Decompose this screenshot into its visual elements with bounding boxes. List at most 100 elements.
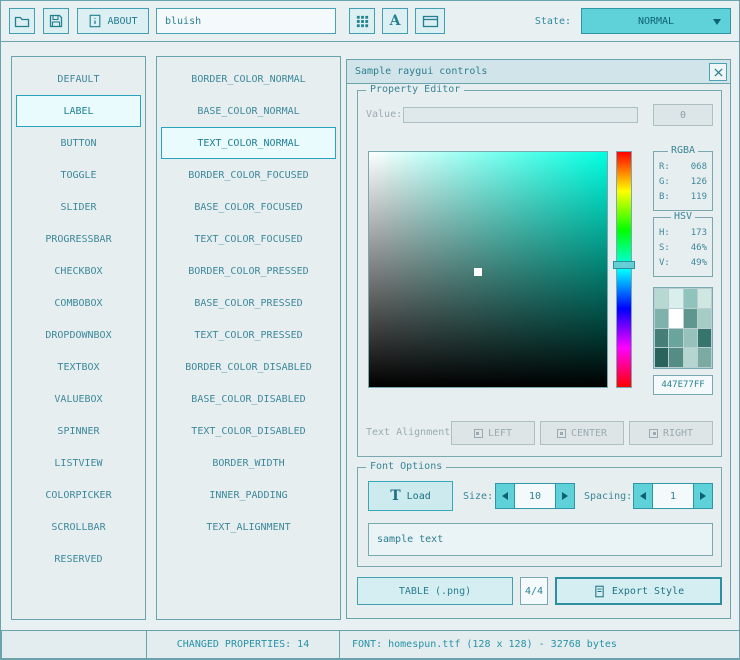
open-style-button[interactable] (9, 8, 35, 34)
control-item-label[interactable]: LABEL (16, 95, 141, 127)
color-swatch-0[interactable] (655, 289, 668, 308)
color-swatch-14[interactable] (684, 348, 697, 367)
color-swatch-1[interactable] (669, 289, 682, 308)
property-item-border_color_focused[interactable]: BORDER_COLOR_FOCUSED (161, 159, 336, 191)
value-box-text: 0 (680, 110, 686, 121)
color-swatch-15[interactable] (698, 348, 711, 367)
hsv-hue-row: H:173 (654, 226, 712, 241)
control-item-progressbar[interactable]: PROGRESSBAR (16, 223, 141, 255)
property-item-text_color_normal[interactable]: TEXT_COLOR_NORMAL (161, 127, 336, 159)
control-item-valuebox[interactable]: VALUEBOX (16, 383, 141, 415)
align-right-button[interactable]: RIGHT (629, 421, 713, 445)
control-item-reserved[interactable]: RESERVED (16, 543, 141, 575)
property-item-text_alignment[interactable]: TEXT_ALIGNMENT (161, 511, 336, 543)
close-window-button[interactable] (709, 63, 727, 81)
control-item-listview[interactable]: LISTVIEW (16, 447, 141, 479)
control-item-scrollbar[interactable]: SCROLLBAR (16, 511, 141, 543)
font-atlas-button[interactable]: A (382, 8, 408, 34)
spacing-value-box[interactable]: 1 (653, 483, 693, 509)
size-decrease-button[interactable] (495, 483, 515, 509)
property-item-border_width[interactable]: BORDER_WIDTH (161, 447, 336, 479)
color-swatch-5[interactable] (669, 309, 682, 328)
sample-controls-window: Sample raygui controls Property Editor V… (346, 59, 731, 619)
align-center-label: CENTER (571, 428, 607, 439)
text-alignment-label: Text Alignment: (366, 427, 456, 438)
hue-slider[interactable] (616, 151, 632, 388)
color-swatch-4[interactable] (655, 309, 668, 328)
load-font-label: Load (407, 491, 431, 502)
spacing-spinner: 1 (633, 483, 713, 509)
arrow-left-icon (640, 492, 646, 500)
color-swatch-7[interactable] (698, 309, 711, 328)
about-button-label: ABOUT (107, 16, 137, 27)
control-item-spinner[interactable]: SPINNER (16, 415, 141, 447)
sample-text-input[interactable]: sample text (368, 523, 713, 556)
control-item-button[interactable]: BUTTON (16, 127, 141, 159)
property-item-border_color_normal[interactable]: BORDER_COLOR_NORMAL (161, 63, 336, 95)
color-swatch-12[interactable] (655, 348, 668, 367)
color-swatch-3[interactable] (698, 289, 711, 308)
color-swatch-9[interactable] (669, 329, 682, 348)
control-item-toggle[interactable]: TOGGLE (16, 159, 141, 191)
property-item-inner_padding[interactable]: INNER_PADDING (161, 479, 336, 511)
control-item-combobox[interactable]: COMBOBOX (16, 287, 141, 319)
align-left-label: LEFT (488, 428, 512, 439)
property-item-base_color_focused[interactable]: BASE_COLOR_FOCUSED (161, 191, 336, 223)
export-format-dropdown[interactable]: TABLE (.png) (357, 577, 513, 605)
floppy-save-icon (48, 13, 64, 29)
folder-open-icon (14, 13, 30, 29)
control-item-colorpicker[interactable]: COLORPICKER (16, 479, 141, 511)
sample-text-value: sample text (377, 534, 443, 545)
color-picker-cursor[interactable] (474, 268, 482, 276)
property-item-base_color_disabled[interactable]: BASE_COLOR_DISABLED (161, 383, 336, 415)
control-item-textbox[interactable]: TEXTBOX (16, 351, 141, 383)
control-item-slider[interactable]: SLIDER (16, 191, 141, 223)
hex-value-box[interactable]: 447E77FF (653, 375, 713, 395)
color-swatch-10[interactable] (684, 329, 697, 348)
about-button[interactable]: ABOUT (77, 8, 149, 34)
save-style-button[interactable] (43, 8, 69, 34)
control-item-default[interactable]: DEFAULT (16, 63, 141, 95)
align-center-button[interactable]: CENTER (540, 421, 624, 445)
hex-value-text: 447E77FF (661, 380, 704, 390)
export-format-label: TABLE (.png) (399, 586, 471, 597)
test-window-button[interactable] (415, 8, 445, 34)
color-swatch-8[interactable] (655, 329, 668, 348)
value-slider[interactable] (403, 107, 638, 123)
color-swatch-6[interactable] (684, 309, 697, 328)
rgba-red-row: R:068 (654, 160, 712, 175)
value-box[interactable]: 0 (653, 104, 713, 126)
size-spinner: 10 (495, 483, 575, 509)
load-font-button[interactable]: T Load (368, 481, 453, 511)
property-item-text_color_pressed[interactable]: TEXT_COLOR_PRESSED (161, 319, 336, 351)
spacing-increase-button[interactable] (693, 483, 713, 509)
color-swatch-2[interactable] (684, 289, 697, 308)
window-title: Sample raygui controls (347, 66, 487, 77)
control-item-dropdownbox[interactable]: DROPDOWNBOX (16, 319, 141, 351)
property-item-border_color_disabled[interactable]: BORDER_COLOR_DISABLED (161, 351, 336, 383)
property-item-text_color_disabled[interactable]: TEXT_COLOR_DISABLED (161, 415, 336, 447)
control-item-checkbox[interactable]: CHECKBOX (16, 255, 141, 287)
hue-slider-handle[interactable] (613, 261, 635, 269)
color-swatch-11[interactable] (698, 329, 711, 348)
state-dropdown[interactable]: NORMAL (581, 8, 731, 34)
size-increase-button[interactable] (555, 483, 575, 509)
color-swatch-13[interactable] (669, 348, 682, 367)
property-item-base_color_pressed[interactable]: BASE_COLOR_PRESSED (161, 287, 336, 319)
color-saturation-value-panel[interactable] (368, 151, 608, 388)
pages-indicator[interactable]: 4/4 (520, 577, 548, 605)
style-name-input[interactable] (156, 8, 336, 34)
controls-list: DEFAULTLABELBUTTONTOGGLESLIDERPROGRESSBA… (11, 56, 146, 620)
align-right-icon (649, 429, 658, 438)
property-item-text_color_focused[interactable]: TEXT_COLOR_FOCUSED (161, 223, 336, 255)
property-editor-label: Property Editor (366, 84, 464, 95)
properties-list: BORDER_COLOR_NORMALBASE_COLOR_NORMALTEXT… (156, 56, 341, 620)
spacing-decrease-button[interactable] (633, 483, 653, 509)
size-value-box[interactable]: 10 (515, 483, 555, 509)
style-table-image-button[interactable] (349, 8, 375, 34)
export-style-button[interactable]: Export Style (555, 577, 722, 605)
align-left-button[interactable]: LEFT (451, 421, 535, 445)
property-item-base_color_normal[interactable]: BASE_COLOR_NORMAL (161, 95, 336, 127)
toolbar: ABOUT A State: NORMAL (1, 1, 739, 42)
property-item-border_color_pressed[interactable]: BORDER_COLOR_PRESSED (161, 255, 336, 287)
